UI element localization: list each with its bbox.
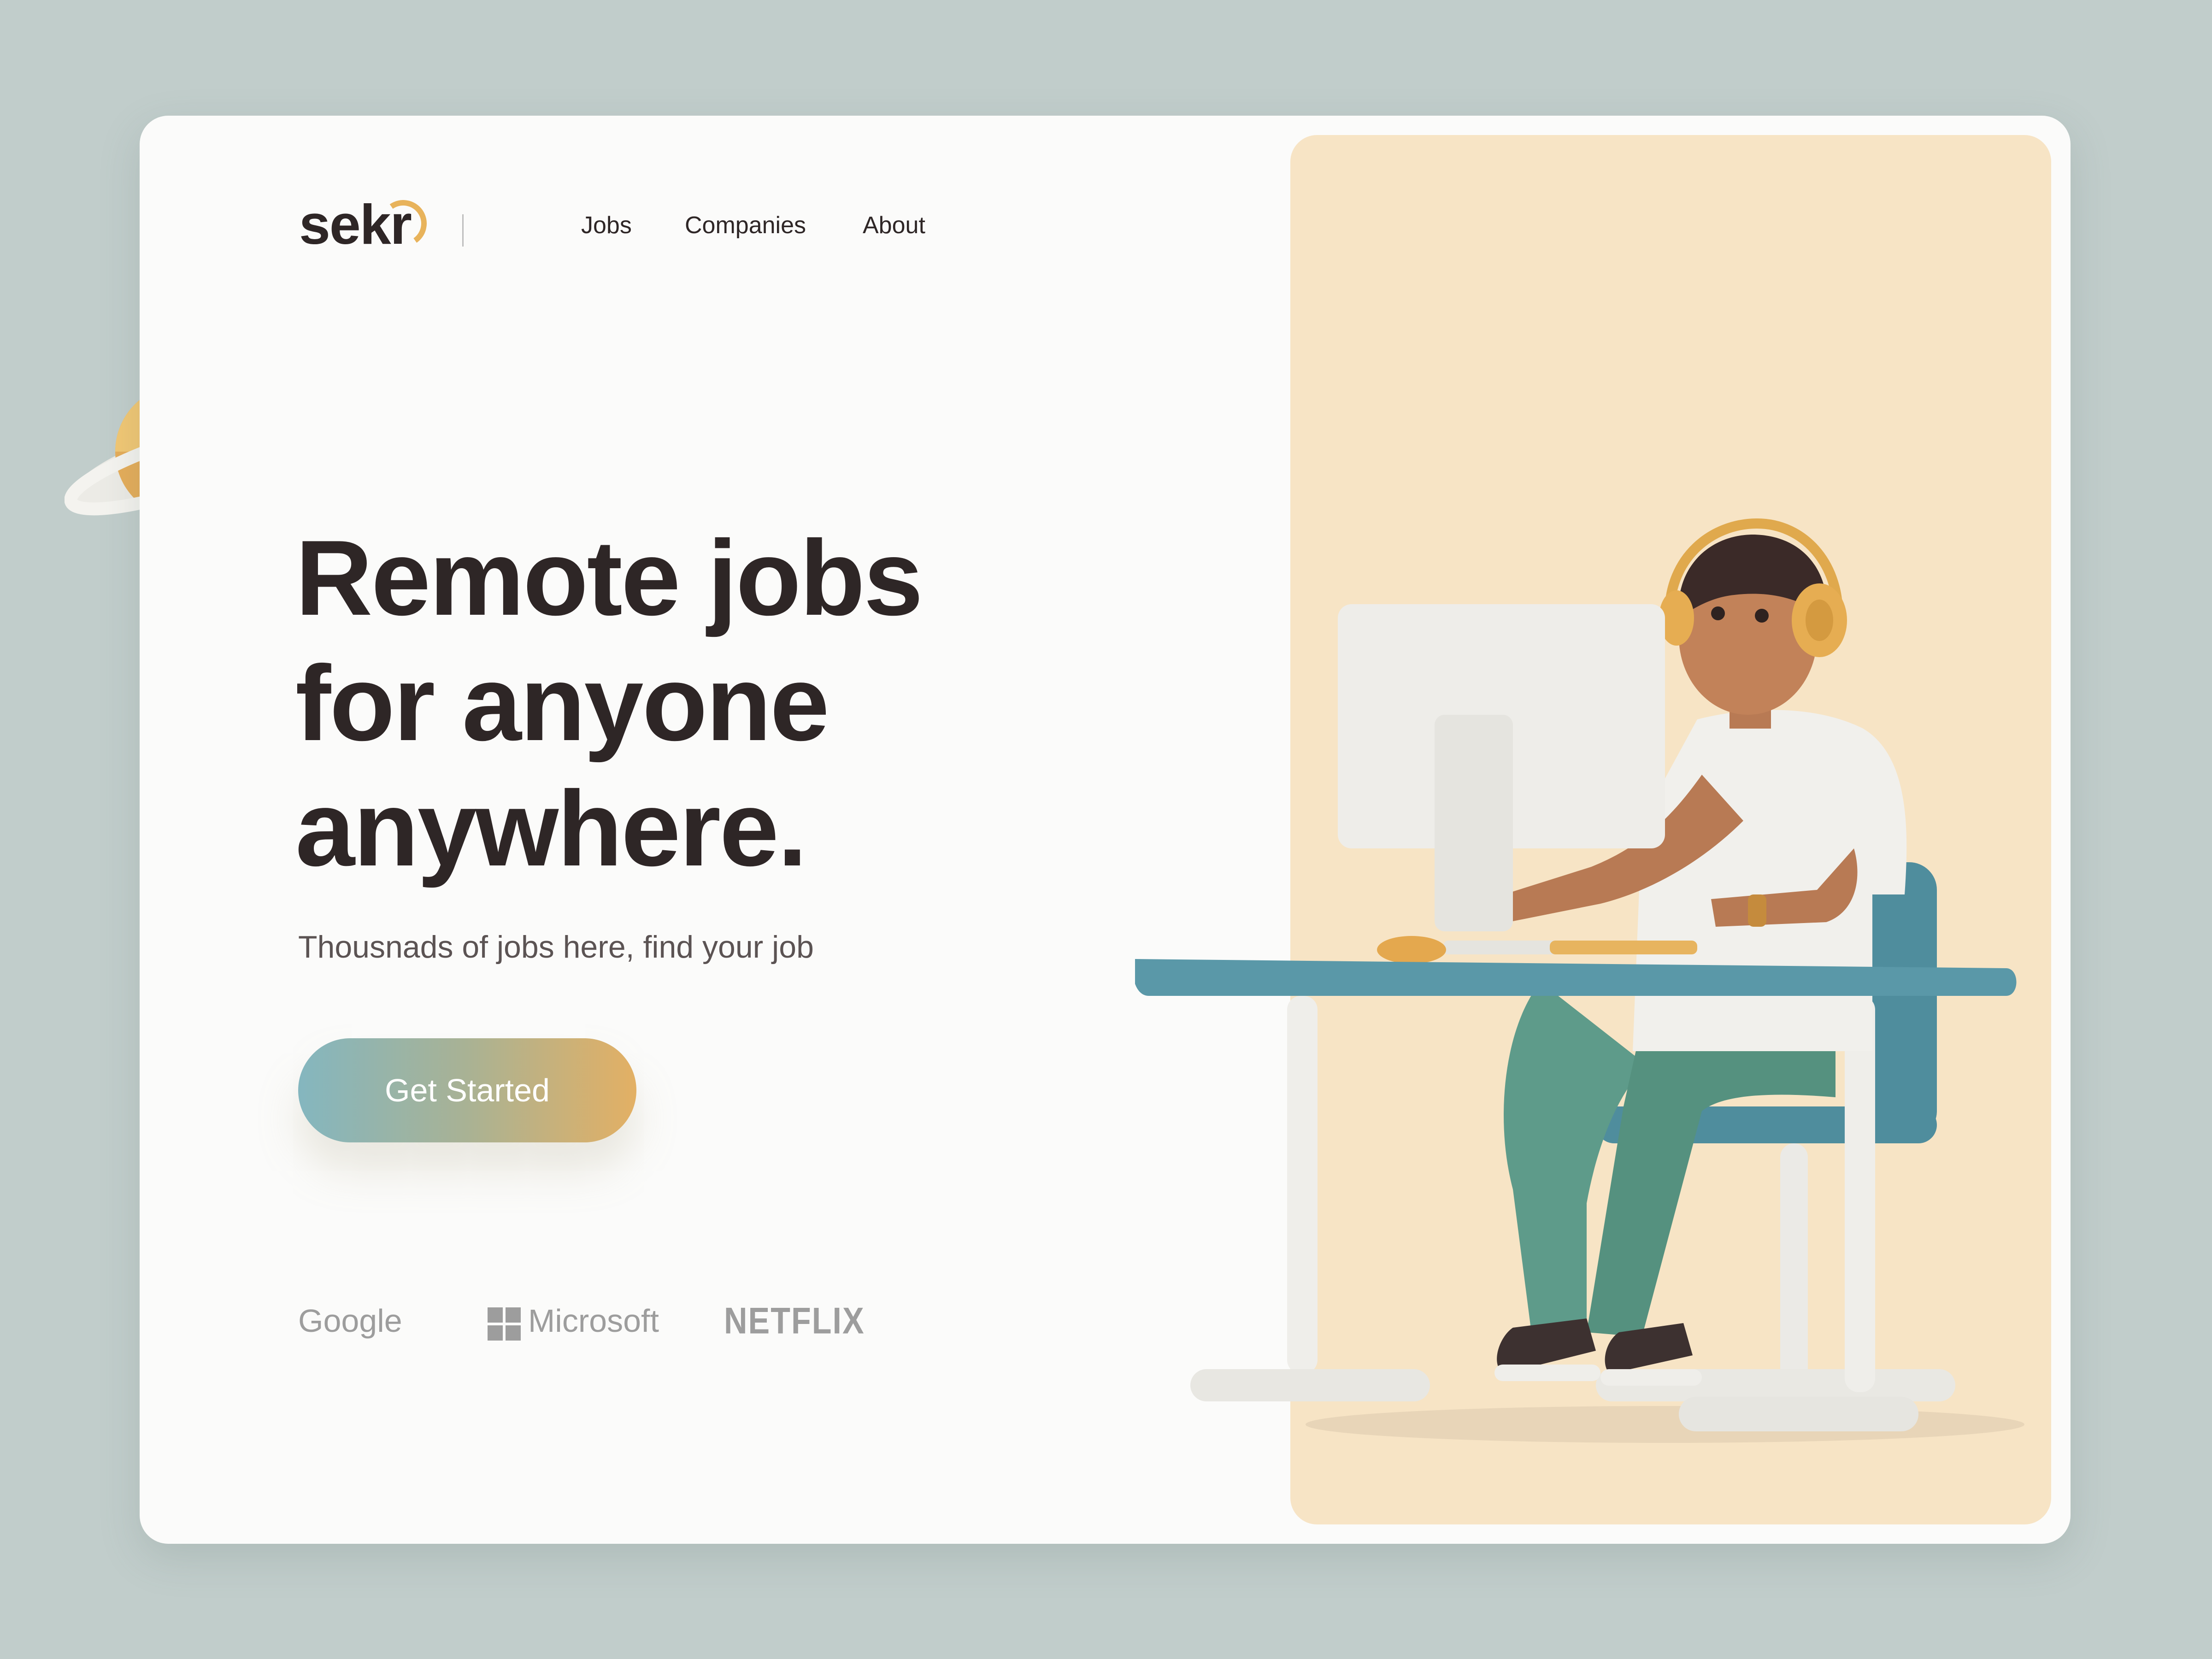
nav-about-link[interactable]: About — [863, 213, 925, 237]
headline-line-1: Remote jobs — [295, 518, 923, 638]
microsoft-logo-icon — [488, 1307, 521, 1341]
microsoft-logo: Microsoft — [528, 1303, 659, 1339]
main-card: sekr Jobs Companies About Remote jobs fo… — [140, 116, 2071, 1544]
google-logo: Google — [298, 1303, 402, 1339]
nav-jobs-link[interactable]: Jobs — [581, 213, 632, 237]
headline-line-3: anywhere. — [295, 769, 807, 888]
nav-companies-link[interactable]: Companies — [685, 213, 806, 237]
nav-divider — [462, 214, 464, 247]
hero-headline: Remote jobs for anyone anywhere. — [295, 516, 1056, 892]
get-started-button[interactable]: Get Started — [298, 1038, 636, 1142]
netflix-logo: NETFLIX — [724, 1300, 865, 1341]
person-at-desk-illustration — [1135, 518, 2024, 1443]
hero-subtitle: Thousnads of jobs here, find your job — [298, 930, 814, 965]
headline-line-2: for anyone — [295, 644, 830, 763]
